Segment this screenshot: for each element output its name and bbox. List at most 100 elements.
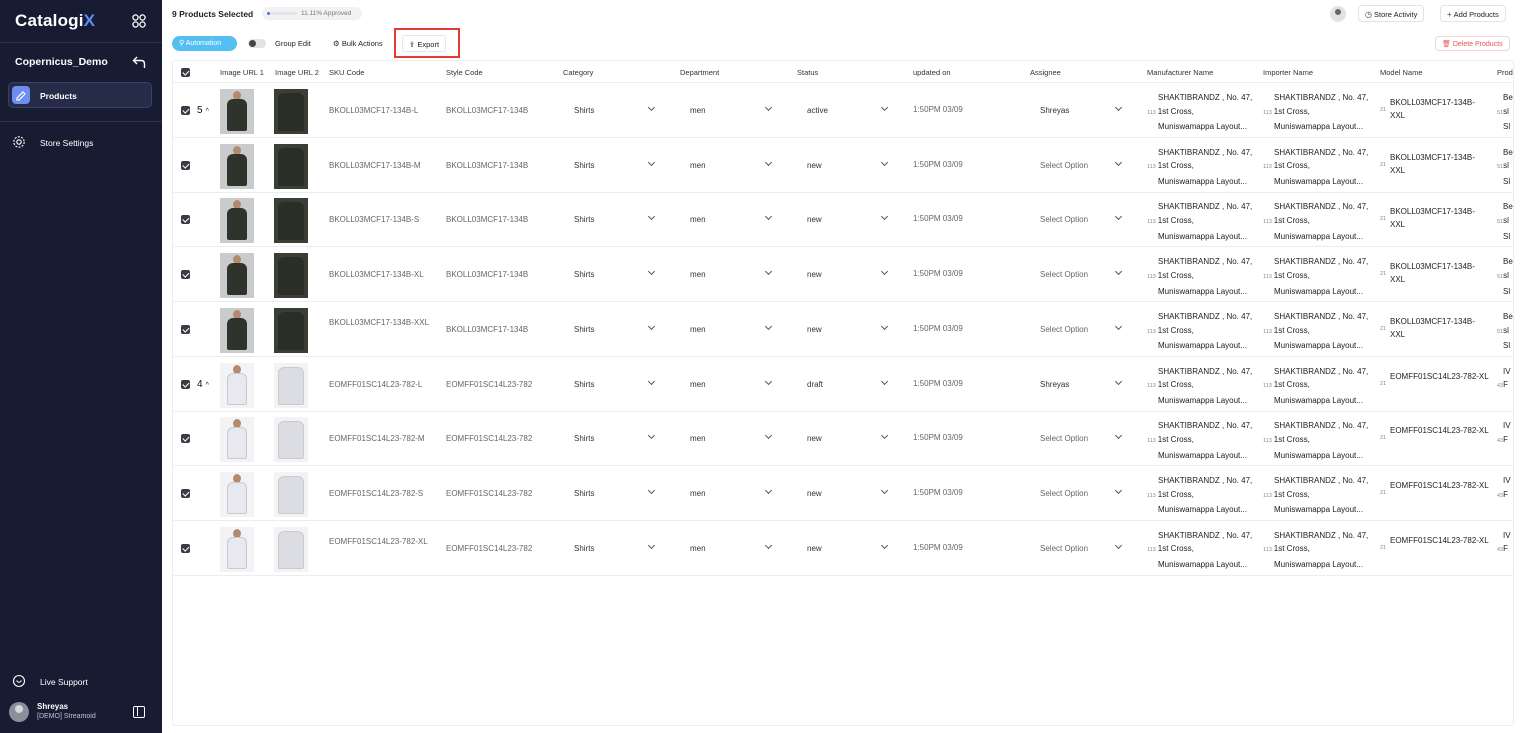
chevron-down-icon[interactable] [766, 324, 772, 330]
status-select[interactable]: new [807, 434, 822, 443]
chevron-down-icon[interactable] [766, 379, 772, 385]
category-select[interactable]: Shirts [574, 544, 594, 553]
row-checkbox[interactable] [181, 379, 190, 389]
department-select[interactable]: men [690, 106, 706, 115]
product-image-2[interactable] [274, 198, 308, 244]
column-header-style[interactable]: Style Code [446, 68, 483, 77]
category-select[interactable]: Shirts [574, 215, 594, 224]
column-header-updated[interactable]: updated on [913, 68, 951, 77]
chevron-down-icon[interactable] [882, 269, 888, 275]
status-select[interactable]: new [807, 325, 822, 334]
column-header-image2[interactable]: Image URL 2 [275, 68, 319, 77]
product-image-2[interactable] [274, 471, 308, 517]
category-select[interactable]: Shirts [574, 325, 594, 334]
category-select[interactable]: Shirts [574, 434, 594, 443]
department-select[interactable]: men [690, 544, 706, 553]
table-row[interactable]: BKOLL03MCF17-134B-XL BKOLL03MCF17-134B S… [173, 247, 1513, 303]
column-header-status[interactable]: Status [797, 68, 818, 77]
product-image-1[interactable] [220, 198, 254, 244]
department-select[interactable]: men [690, 434, 706, 443]
category-select[interactable]: Shirts [574, 106, 594, 115]
column-header-category[interactable]: Category [563, 68, 593, 77]
chevron-down-icon[interactable] [649, 324, 655, 330]
assignee-select[interactable]: Select Option [1040, 161, 1088, 170]
product-image-1[interactable] [220, 307, 254, 353]
column-header-sku[interactable]: SKU Code [329, 68, 364, 77]
chevron-down-icon[interactable] [649, 543, 655, 549]
category-select[interactable]: Shirts [574, 161, 594, 170]
product-image-2[interactable] [274, 89, 308, 134]
department-select[interactable]: men [690, 380, 706, 389]
chevron-down-icon[interactable] [1116, 160, 1122, 166]
category-select[interactable]: Shirts [574, 270, 594, 279]
bulk-actions-button[interactable]: ⚙ Bulk Actions [328, 35, 388, 52]
product-image-1[interactable] [220, 143, 254, 189]
department-select[interactable]: men [690, 489, 706, 498]
row-checkbox[interactable] [181, 543, 190, 553]
chevron-down-icon[interactable] [766, 214, 772, 220]
store-activity-button[interactable]: ◷ Store Activity [1358, 5, 1425, 22]
department-select[interactable]: men [690, 161, 706, 170]
chevron-down-icon[interactable] [1116, 488, 1122, 494]
column-header-importer[interactable]: Importer Name [1263, 68, 1313, 77]
chevron-down-icon[interactable] [766, 105, 772, 111]
chevron-down-icon[interactable] [649, 433, 655, 439]
status-select[interactable]: new [807, 161, 822, 170]
column-header-assignee[interactable]: Assignee [1030, 68, 1061, 77]
product-image-1[interactable] [220, 253, 254, 299]
column-header-department[interactable]: Department [680, 68, 719, 77]
product-image-2[interactable] [274, 143, 308, 189]
status-select[interactable]: new [807, 215, 822, 224]
status-select[interactable]: new [807, 489, 822, 498]
table-row[interactable]: EOMFF01SC14L23-782-XL EOMFF01SC14L23-782… [173, 521, 1513, 576]
assignee-select[interactable]: Shreyas [1040, 106, 1069, 115]
chevron-down-icon[interactable] [882, 433, 888, 439]
delete-products-button[interactable]: 🗑 Delete Products [1435, 36, 1510, 51]
add-products-button[interactable]: + Add Products [1440, 5, 1506, 22]
status-select[interactable]: draft [807, 380, 823, 389]
chevron-down-icon[interactable] [649, 160, 655, 166]
row-checkbox[interactable] [181, 160, 190, 170]
product-image-2[interactable] [274, 362, 308, 408]
chevron-down-icon[interactable] [882, 488, 888, 494]
chevron-down-icon[interactable] [882, 160, 888, 166]
product-image-1[interactable] [220, 89, 254, 134]
product-image-1[interactable] [220, 471, 254, 517]
chevron-down-icon[interactable] [882, 379, 888, 385]
column-header-model[interactable]: Model Name [1380, 68, 1423, 77]
sidebar-item-products[interactable]: Products [8, 82, 152, 108]
chevron-down-icon[interactable] [649, 379, 655, 385]
product-image-2[interactable] [274, 526, 308, 572]
group-count[interactable]: 4 ^ [197, 379, 209, 390]
assignee-select[interactable]: Select Option [1040, 544, 1088, 553]
chevron-down-icon[interactable] [882, 105, 888, 111]
chevron-down-icon[interactable] [649, 269, 655, 275]
back-arrow-icon[interactable] [132, 55, 146, 69]
select-all-checkbox[interactable] [181, 68, 190, 77]
department-select[interactable]: men [690, 270, 706, 279]
row-checkbox[interactable] [181, 324, 190, 334]
assignee-select[interactable]: Select Option [1040, 270, 1088, 279]
table-row[interactable]: 4 ^ EOMFF01SC14L23-782-L EOMFF01SC14L23-7… [173, 357, 1513, 412]
row-checkbox[interactable] [181, 488, 190, 498]
chevron-down-icon[interactable] [1116, 214, 1122, 220]
assignee-select[interactable]: Select Option [1040, 215, 1088, 224]
chevron-down-icon[interactable] [649, 214, 655, 220]
row-checkbox[interactable] [181, 215, 190, 225]
column-header-manufacturer[interactable]: Manufacturer Name [1147, 68, 1213, 77]
column-header-image1[interactable]: Image URL 1 [220, 68, 264, 77]
table-row[interactable]: BKOLL03MCF17-134B-S BKOLL03MCF17-134B Sh… [173, 192, 1513, 248]
status-select[interactable]: new [807, 270, 822, 279]
chevron-down-icon[interactable] [649, 488, 655, 494]
row-checkbox[interactable] [181, 270, 190, 280]
automation-button[interactable]: ⚲ Automation [172, 36, 237, 51]
collapse-sidebar-icon[interactable] [133, 706, 145, 718]
row-checkbox[interactable] [181, 106, 190, 115]
chevron-down-icon[interactable] [649, 105, 655, 111]
chevron-down-icon[interactable] [1116, 105, 1122, 111]
collaborator-avatar[interactable] [1330, 6, 1346, 22]
table-row[interactable]: 5 ^ BKOLL03MCF17-134B-L BKOLL03MCF17-134B… [173, 83, 1513, 138]
chevron-down-icon[interactable] [882, 543, 888, 549]
group-edit-toggle[interactable] [248, 39, 266, 48]
chevron-down-icon[interactable] [1116, 324, 1122, 330]
